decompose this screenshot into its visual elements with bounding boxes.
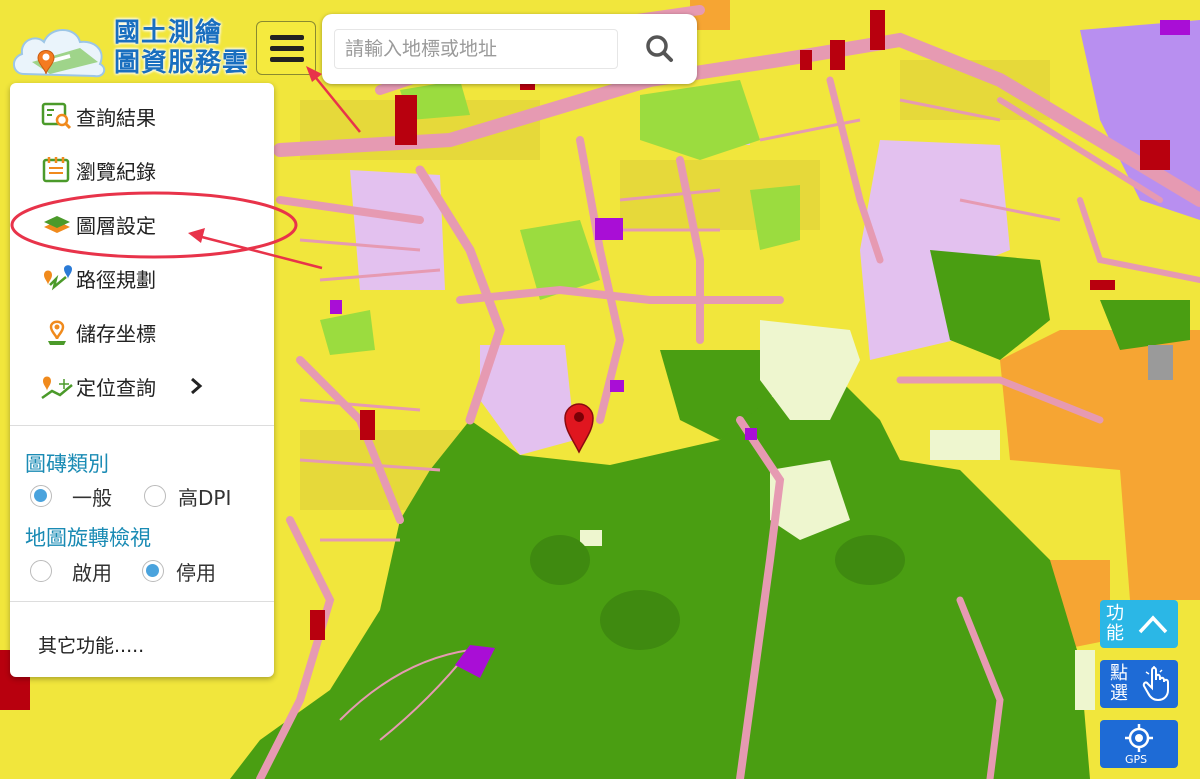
locate-icon — [40, 371, 74, 401]
side-menu-panel: 查詢結果 瀏覽紀錄 圖層設定 路徑規劃 儲存坐標 定位查詢 圖磚類別 一般 高D… — [10, 83, 274, 677]
hand-pointer-icon — [1142, 666, 1169, 702]
save-pin-icon — [40, 317, 74, 347]
gps-crosshair-icon — [1125, 724, 1153, 752]
chevron-up-icon — [1138, 615, 1168, 634]
hamburger-icon-line — [270, 57, 304, 62]
brand-title: 國土測繪 圖資服務雲 — [114, 18, 249, 78]
function-label-2: 能 — [1106, 623, 1124, 644]
gps-button[interactable]: GPS — [1100, 720, 1178, 768]
menu-item-locate-query[interactable]: 定位查詢 — [10, 362, 274, 410]
tile-normal-label: 一般 — [72, 485, 112, 510]
menu-item-label: 儲存坐標 — [76, 321, 156, 346]
menu-item-save-coordinates[interactable]: 儲存坐標 — [10, 308, 274, 356]
search-box — [322, 14, 697, 84]
brand-line-2: 圖資服務雲 — [114, 48, 250, 78]
divider — [10, 601, 274, 602]
select-label-1: 點 — [1110, 663, 1128, 684]
menu-item-label: 查詢結果 — [76, 105, 156, 130]
search-result-icon — [40, 101, 74, 131]
hamburger-icon-line — [270, 46, 304, 51]
gps-label: GPS — [1125, 753, 1148, 766]
search-input[interactable] — [334, 29, 618, 69]
menu-item-history[interactable]: 瀏覽紀錄 — [10, 146, 274, 194]
radio-rotate-enable[interactable] — [30, 560, 52, 582]
rotate-view-title: 地圖旋轉檢視 — [25, 526, 151, 550]
hamburger-icon — [270, 35, 304, 40]
layers-icon — [40, 209, 74, 239]
rotate-enable-label: 啟用 — [72, 560, 112, 585]
cloud-logo-icon — [13, 29, 106, 78]
point-select-button[interactable]: 點 選 — [1100, 660, 1178, 708]
radio-tile-normal[interactable] — [30, 485, 52, 507]
app-logo[interactable]: 國土測繪 圖資服務雲 — [10, 12, 250, 84]
select-label-2: 選 — [1110, 683, 1128, 704]
menu-toggle-button[interactable] — [256, 21, 316, 75]
route-icon — [40, 263, 74, 293]
menu-item-layer-settings[interactable]: 圖層設定 — [10, 200, 274, 248]
menu-item-route-planning[interactable]: 路徑規劃 — [10, 254, 274, 302]
radio-tile-high-dpi[interactable] — [144, 485, 166, 507]
menu-item-query-results[interactable]: 查詢結果 — [10, 92, 274, 140]
tile-type-title: 圖磚類別 — [25, 452, 109, 476]
radio-rotate-disable[interactable] — [142, 560, 164, 582]
menu-item-label: 路徑規劃 — [76, 267, 156, 292]
brand-line-1: 國土測繪 — [114, 18, 223, 48]
tile-high-dpi-label: 高DPI — [178, 485, 232, 510]
rotate-disable-label: 停用 — [176, 560, 216, 585]
menu-item-label: 圖層設定 — [76, 213, 156, 238]
other-functions-link[interactable]: 其它功能..... — [38, 631, 144, 658]
tile-type-options: 一般 高DPI — [30, 481, 231, 511]
chevron-right-icon — [186, 376, 206, 396]
history-icon — [40, 155, 74, 185]
menu-item-label: 定位查詢 — [76, 375, 156, 400]
function-toggle-button[interactable]: 功 能 — [1100, 600, 1178, 648]
menu-item-label: 瀏覽紀錄 — [76, 159, 156, 184]
search-button[interactable] — [634, 29, 686, 69]
rotate-view-options: 啟用 停用 — [30, 556, 216, 586]
search-icon — [646, 35, 673, 62]
function-label-1: 功 — [1106, 603, 1124, 624]
divider — [10, 425, 274, 426]
